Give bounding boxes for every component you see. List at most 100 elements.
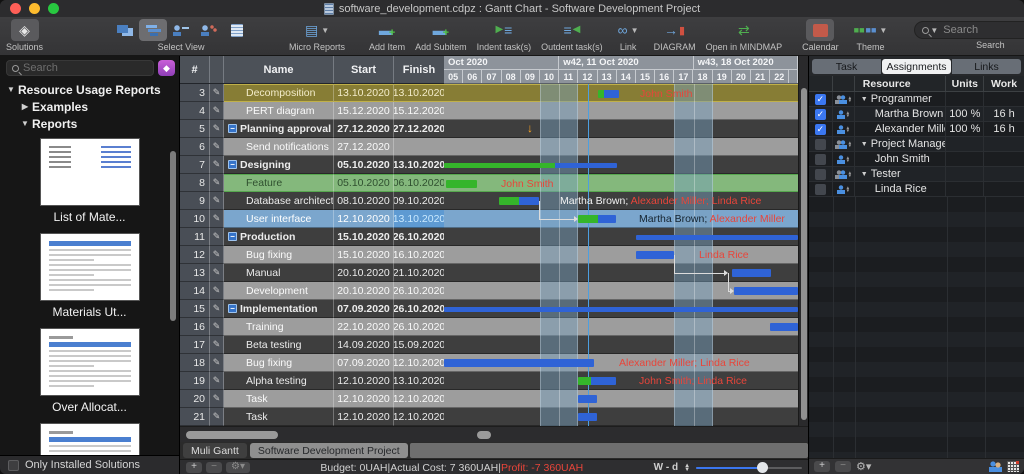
close-button[interactable] <box>10 3 21 14</box>
task-start-cell[interactable]: 08.10.2020 <box>334 192 394 210</box>
task-finish-cell[interactable]: 26.10.2020 <box>394 282 444 300</box>
slider-knob[interactable] <box>757 462 768 473</box>
task-edit-icon[interactable]: ✎ <box>210 102 224 120</box>
timeline-row[interactable] <box>444 408 798 426</box>
task-row[interactable]: 16✎Training22.10.202026.10.2020 <box>180 318 444 336</box>
sidebar-tree-item[interactable]: ▶Examples <box>0 98 179 115</box>
task-row[interactable]: 8✎Feature05.10.202006.10.2020 <box>180 174 444 192</box>
task-edit-icon[interactable]: ✎ <box>210 84 224 102</box>
group-collapse-arrow[interactable]: ▼ <box>861 96 868 103</box>
task-finish-cell[interactable]: 12.10.2020 <box>394 408 444 426</box>
task-name-cell[interactable]: User interface <box>224 210 334 228</box>
zoom-out-button[interactable]: − <box>206 462 222 473</box>
micro-reports-button[interactable]: ▤▼ <box>300 19 334 41</box>
task-edit-icon[interactable]: ✎ <box>210 228 224 246</box>
collapse-box-icon[interactable]: − <box>228 232 237 241</box>
inspector-tab-task[interactable]: Task <box>812 59 881 74</box>
resource-checkbox[interactable] <box>815 154 826 165</box>
timeline-row[interactable] <box>444 300 798 318</box>
task-finish-cell[interactable]: 26.10.2020 <box>394 318 444 336</box>
add-resource-button[interactable]: + <box>814 461 830 472</box>
task-num-cell[interactable]: 6 <box>180 138 210 156</box>
task-name-cell[interactable]: Feature <box>224 174 334 192</box>
timeline-row[interactable]: John Smith <box>444 84 798 102</box>
task-row[interactable]: 15✎−Implementation07.09.202026.10.2020 <box>180 300 444 318</box>
task-num-cell[interactable]: 20 <box>180 390 210 408</box>
resource-checkbox[interactable] <box>815 169 826 180</box>
task-num-cell[interactable]: 21 <box>180 408 210 426</box>
task-finish-cell[interactable]: 27.12.2020 <box>394 120 444 138</box>
timeline-row[interactable] <box>444 228 798 246</box>
task-name-cell[interactable]: Send notifications <box>224 138 334 156</box>
timeline-vertical-scrollbar[interactable] <box>798 56 808 426</box>
resource-checkbox[interactable] <box>815 184 826 195</box>
task-edit-icon[interactable]: ✎ <box>210 408 224 426</box>
task-start-cell[interactable]: 12.10.2020 <box>334 390 394 408</box>
group-collapse-arrow[interactable]: ▼ <box>861 171 868 178</box>
resource-checkbox[interactable]: ✓ <box>815 94 826 105</box>
task-start-cell[interactable]: 20.10.2020 <box>334 282 394 300</box>
task-finish-cell[interactable]: 26.10.2020 <box>394 300 444 318</box>
timeline-row[interactable] <box>444 336 798 354</box>
resource-checkbox[interactable]: ✓ <box>815 124 826 135</box>
task-row[interactable]: 3✎Decomposition13.10.202013.10.2020 <box>180 84 444 102</box>
sidebar-tree-item[interactable]: ▼Reports <box>0 115 179 132</box>
gantt-bar[interactable] <box>732 269 771 277</box>
task-start-cell[interactable]: 07.09.2020 <box>334 300 394 318</box>
task-edit-icon[interactable]: ✎ <box>210 246 224 264</box>
timeline-row[interactable] <box>444 156 798 174</box>
task-name-cell[interactable]: Task <box>224 408 334 426</box>
gantt-bar[interactable] <box>734 287 798 295</box>
sidebar-search-field[interactable] <box>6 60 154 76</box>
timeline-row[interactable]: John Smith; Linda Rice <box>444 372 798 390</box>
task-finish-cell[interactable]: 15.09.2020 <box>394 336 444 354</box>
task-name-cell[interactable]: Alpha testing <box>224 372 334 390</box>
inspector-tab-links[interactable]: Links <box>952 59 1021 74</box>
document-tab[interactable]: Software Development Project <box>250 443 408 458</box>
task-start-cell[interactable]: 05.10.2020 <box>334 156 394 174</box>
task-start-cell[interactable]: 07.09.2020 <box>334 354 394 372</box>
task-finish-cell[interactable]: 13.10.2020 <box>394 156 444 174</box>
task-name-cell[interactable]: Training <box>224 318 334 336</box>
task-num-cell[interactable]: 11 <box>180 228 210 246</box>
resource-gear-menu[interactable]: ⚙▾ <box>856 460 871 473</box>
task-row[interactable]: 6✎Send notifications27.12.2020 <box>180 138 444 156</box>
task-start-cell[interactable]: 20.10.2020 <box>334 264 394 282</box>
task-row[interactable]: 11✎−Production15.10.202026.10.2020 <box>180 228 444 246</box>
task-row[interactable]: 7✎−Designing05.10.202013.10.2020 <box>180 156 444 174</box>
gantt-bar[interactable] <box>578 413 597 421</box>
task-edit-icon[interactable]: ✎ <box>210 390 224 408</box>
task-finish-cell[interactable]: 15.12.2020 <box>394 102 444 120</box>
task-num-cell[interactable]: 13 <box>180 264 210 282</box>
outdent-tasks-button[interactable]: ≡◀ <box>558 19 586 41</box>
task-start-cell[interactable]: 27.12.2020 <box>334 120 394 138</box>
zoom-slider[interactable] <box>696 462 802 473</box>
minimize-button[interactable] <box>29 3 40 14</box>
task-start-cell[interactable]: 22.10.2020 <box>334 318 394 336</box>
document-tab[interactable]: Muli Gantt <box>183 443 247 458</box>
task-finish-cell[interactable] <box>394 138 444 156</box>
diagram-button[interactable]: →▮ <box>659 19 690 41</box>
timeline-row[interactable]: Martha Brown; Alexander Miller <box>444 210 798 228</box>
task-finish-cell[interactable]: 16.10.2020 <box>394 246 444 264</box>
sidebar-search-input[interactable] <box>23 62 148 74</box>
task-edit-icon[interactable]: ✎ <box>210 336 224 354</box>
task-name-cell[interactable]: Decomposition <box>224 84 334 102</box>
sidebar-scrollbar-thumb[interactable] <box>170 151 176 321</box>
task-edit-icon[interactable]: ✎ <box>210 120 224 138</box>
timeline-row[interactable] <box>444 102 798 120</box>
task-start-cell[interactable]: 27.12.2020 <box>334 138 394 156</box>
timeline-row[interactable]: ↓ <box>444 120 798 138</box>
task-start-cell[interactable]: 14.09.2020 <box>334 336 394 354</box>
timeline-row[interactable]: Alexander Miller; Linda Rice <box>444 354 798 372</box>
task-row[interactable]: 17✎Beta testing14.09.202015.09.2020 <box>180 336 444 354</box>
indent-tasks-button[interactable]: ▶≡ <box>490 19 518 41</box>
task-start-cell[interactable]: 05.10.2020 <box>334 174 394 192</box>
task-num-cell[interactable]: 10 <box>180 210 210 228</box>
gantt-bar[interactable] <box>499 197 539 205</box>
task-start-cell[interactable]: 13.10.2020 <box>334 84 394 102</box>
task-num-cell[interactable]: 5 <box>180 120 210 138</box>
open-in-mindmap-button[interactable]: ⇄ <box>730 19 758 41</box>
link-button[interactable]: ∞▼ <box>613 19 644 41</box>
task-row[interactable]: 13✎Manual20.10.202021.10.2020 <box>180 264 444 282</box>
